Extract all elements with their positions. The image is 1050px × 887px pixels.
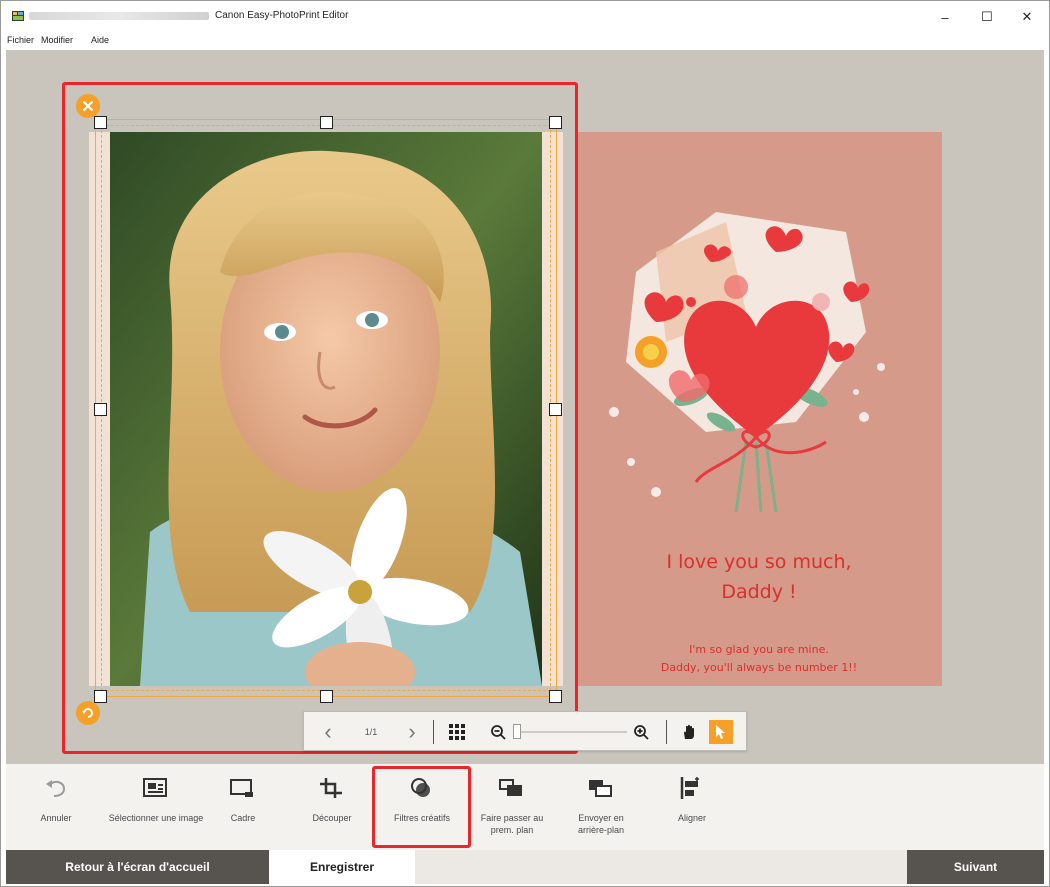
grid-icon [449,724,465,740]
select-tool-button[interactable] [709,720,733,744]
rotate-icon [82,708,93,718]
window-title: Canon Easy-PhotoPrint Editor [215,10,349,21]
creative-filters-highlight [372,766,471,848]
send-to-back-label: Envoyer en arrière-plan [577,813,625,835]
resize-handle-top-left[interactable] [94,116,107,129]
app-icon [12,11,24,21]
crop-icon [320,778,342,798]
undo-label: Annuler [40,813,72,823]
zoom-in-icon [633,724,649,740]
bring-to-front-label: Faire passer au prem. plan [480,813,544,835]
align-button[interactable]: Aligner [642,764,742,850]
zoom-in-button[interactable] [631,720,651,744]
rotate-item-button[interactable] [76,701,100,725]
minimize-button[interactable]: – [925,5,965,29]
align-icon [680,777,699,799]
zoom-out-button[interactable] [488,720,508,744]
resize-handle-right[interactable] [549,403,562,416]
send-to-back-icon [589,780,612,797]
close-icon [82,100,94,112]
resize-handle-bottom[interactable] [320,690,333,703]
zoom-slider[interactable] [511,720,631,744]
title-bar: Canon Easy-PhotoPrint Editor – ☐ ✕ [0,0,1050,32]
card-page[interactable]: I love you so much, Daddy ! I'm so glad … [576,132,942,686]
frame-label: Cadre [230,813,256,823]
menu-modifier[interactable]: Modifier [41,35,73,45]
toolbar-divider [666,720,667,744]
frame-button[interactable]: Cadre [193,764,293,850]
send-to-back-button[interactable]: Envoyer en arrière-plan [551,764,651,850]
menu-fichier[interactable]: Fichier [7,35,34,45]
save-button[interactable]: Enregistrer [269,850,415,884]
resize-handle-bottom-left[interactable] [94,690,107,703]
select-image-button[interactable]: Sélectionner une image [106,764,206,850]
toolbar-divider [433,720,434,744]
align-label: Aligner [677,813,706,823]
crop-button[interactable]: Découper [282,764,382,850]
bring-to-front-button[interactable]: Faire passer au prem. plan [462,764,562,850]
zoom-out-icon [490,724,506,740]
frame-icon [230,779,253,797]
resize-handle-left[interactable] [94,403,107,416]
footer-bar: Retour à l'écran d'accueil Enregistrer S… [6,850,1044,884]
bring-to-front-icon [499,779,522,796]
maximize-button[interactable]: ☐ [967,5,1007,29]
card-headline-2[interactable]: Daddy ! [576,580,942,605]
card-message-1[interactable]: I'm so glad you are mine. [576,643,942,656]
heart-bouquet-illustration [609,212,885,513]
resize-handle-bottom-right[interactable] [549,690,562,703]
back-to-home-button[interactable]: Retour à l'écran d'accueil [6,850,269,884]
previous-page-button[interactable]: ‹ [318,719,338,744]
undo-button[interactable]: Annuler [6,764,106,850]
crop-label: Découper [312,813,352,823]
undo-icon [46,780,66,797]
edit-toolbar: Annuler Sélectionner une image Cadre Déc… [6,764,1044,850]
selection-highlight [62,82,578,754]
blurred-document-name [29,12,209,20]
next-page-button[interactable]: › [402,719,422,744]
page-zoom-toolbar: ‹ 1/1 › [303,711,747,751]
select-image-icon [143,778,167,797]
hand-icon [684,724,694,739]
card-headline-1[interactable]: I love you so much, [576,550,942,575]
close-window-button[interactable]: ✕ [1007,5,1047,29]
zoom-slider-thumb[interactable] [513,724,521,739]
menu-bar: Fichier Modifier Aide [0,32,1050,50]
delete-item-button[interactable] [76,94,100,118]
resize-handle-top-right[interactable] [549,116,562,129]
next-button[interactable]: Suivant [907,850,1044,884]
resize-handle-top[interactable] [320,116,333,129]
cursor-arrow-icon [716,725,725,739]
pan-tool-button[interactable] [677,720,701,744]
select-image-label: Sélectionner une image [108,813,204,823]
card-message-2[interactable]: Daddy, you'll always be number 1!! [576,661,942,674]
page-indicator: 1/1 [364,727,378,737]
editing-canvas[interactable]: I love you so much, Daddy ! I'm so glad … [6,50,1044,764]
grid-view-button[interactable] [445,720,469,744]
menu-aide[interactable]: Aide [91,35,109,45]
